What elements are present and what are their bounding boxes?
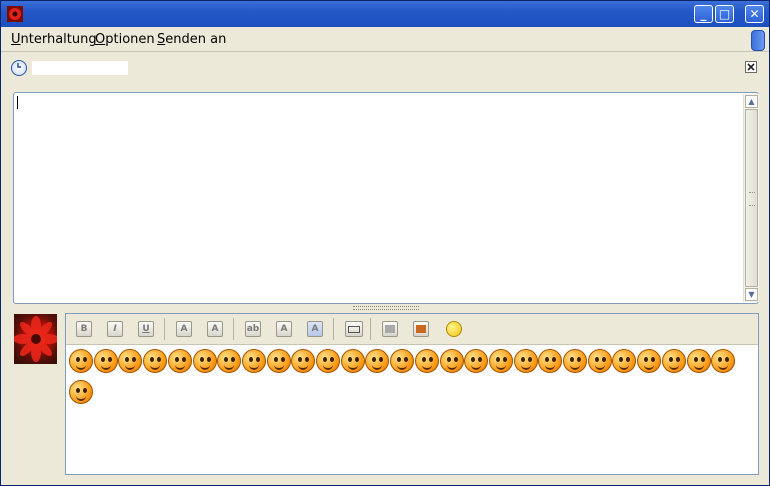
devil-smiley-icon[interactable]	[390, 349, 415, 373]
maximize-icon: □	[718, 7, 731, 21]
wink-smiley-icon[interactable]	[291, 349, 316, 373]
tongue-smiley-icon[interactable]	[241, 349, 266, 373]
pane-splitter[interactable]	[353, 306, 419, 310]
italic-button[interactable]: I	[107, 321, 123, 337]
crying-smiley-icon[interactable]	[143, 349, 168, 373]
bigger-font-button[interactable]: A	[176, 321, 192, 337]
skull-smiley-icon[interactable]	[93, 349, 118, 373]
scroll-down-icon[interactable]: ▼	[745, 288, 758, 301]
close-conversation-icon[interactable]	[745, 61, 757, 73]
insert-smiley-button[interactable]	[446, 321, 462, 337]
menu-unterhaltung[interactable]: Unterhaltung	[11, 32, 97, 47]
bigger-font-icon: A	[180, 324, 188, 334]
text-caret	[17, 96, 18, 109]
cool-smiley-icon[interactable]	[266, 349, 291, 373]
insert-image-button[interactable]	[382, 321, 398, 337]
font-face-icon: ab	[246, 324, 260, 334]
minimize-button[interactable]: _	[694, 5, 713, 23]
menu-overflow-button[interactable]	[751, 30, 765, 51]
rage-smiley-icon[interactable]	[612, 349, 637, 373]
insert-picture-icon	[416, 325, 426, 333]
avatar-flower-icon	[13, 316, 59, 362]
bold-icon: B	[80, 324, 88, 334]
toolbar-separator	[233, 318, 234, 340]
dizzy-smiley-icon[interactable]	[686, 349, 711, 373]
toolbar-separator	[164, 318, 165, 340]
menu-bar: Unterhaltung Optionen Senden an	[1, 27, 769, 52]
toolbar-separator	[333, 318, 334, 340]
bomb-smiley-icon[interactable]	[587, 349, 612, 373]
italic-icon: I	[113, 324, 117, 334]
shout-smiley-icon[interactable]	[661, 349, 686, 373]
mobile-smiley-icon[interactable]	[464, 349, 489, 373]
skull-smiley-icon[interactable]	[439, 349, 464, 373]
scroll-grip	[749, 192, 755, 206]
history-scrollbar[interactable]: ▲ ▼	[743, 94, 759, 302]
love-smiley-icon[interactable]	[69, 380, 93, 404]
status-clock-icon	[11, 60, 27, 76]
message-history[interactable]: ▲ ▼	[13, 92, 759, 304]
grin-smiley-icon[interactable]	[192, 349, 217, 373]
font-face-button[interactable]: ab	[245, 321, 261, 337]
surprised-smiley-icon[interactable]	[316, 349, 340, 373]
thinking-smiley-icon[interactable]	[340, 349, 365, 373]
app-flower-icon	[7, 6, 23, 22]
close-button[interactable]: ✕	[745, 5, 764, 23]
minimize-icon: _	[700, 7, 707, 21]
format-toolbar: B I U A A ab A A	[66, 314, 758, 345]
music-smiley-icon[interactable]	[217, 349, 242, 373]
foreground-color-icon: A	[280, 324, 288, 334]
flower-smiley-icon[interactable]	[538, 349, 563, 373]
contact-name	[32, 61, 128, 75]
insert-link-icon	[348, 326, 360, 333]
menu-senden-an[interactable]: Senden an	[157, 32, 226, 47]
angry-smiley-icon[interactable]	[167, 349, 192, 373]
insert-image-icon	[385, 325, 395, 333]
maximize-button[interactable]: □	[715, 5, 734, 23]
scroll-up-icon[interactable]: ▲	[745, 95, 758, 108]
bold-button[interactable]: B	[76, 321, 92, 337]
compose-input[interactable]	[66, 344, 758, 474]
mobile-smiley-icon[interactable]	[365, 349, 390, 373]
toolbar-separator	[370, 318, 371, 340]
laugh-smiley-icon[interactable]	[711, 349, 736, 373]
close-icon: ✕	[749, 7, 760, 21]
devil-smiley-icon[interactable]	[488, 349, 513, 373]
angel-smiley-icon[interactable]	[513, 349, 538, 373]
globe-smiley-icon[interactable]	[118, 349, 143, 373]
conversation-window: _ □ ✕ Unterhaltung Optionen Senden an ▲	[0, 0, 770, 486]
kiss-smiley-icon[interactable]	[414, 349, 439, 373]
compose-area: B I U A A ab A A	[65, 313, 759, 475]
sick-smiley-icon[interactable]	[563, 349, 587, 373]
underline-button[interactable]: U	[138, 321, 154, 337]
smaller-font-icon: A	[211, 324, 219, 334]
title-bar[interactable]: _ □ ✕	[1, 1, 769, 27]
thumbs-up-smiley-icon[interactable]	[637, 349, 662, 373]
smaller-font-button[interactable]: A	[207, 321, 223, 337]
background-color-button[interactable]: A	[307, 321, 323, 337]
foreground-color-button[interactable]: A	[276, 321, 292, 337]
avatar[interactable]	[13, 314, 59, 364]
underline-icon: U	[142, 324, 150, 334]
background-color-icon: A	[311, 324, 319, 334]
conversation-info-bar	[1, 52, 769, 82]
scroll-thumb[interactable]	[745, 109, 758, 287]
menu-optionen[interactable]: Optionen	[95, 32, 155, 47]
dizzy-smiley-icon[interactable]	[69, 349, 93, 373]
insert-picture-button[interactable]	[413, 321, 429, 337]
insert-link-button[interactable]	[345, 321, 363, 337]
